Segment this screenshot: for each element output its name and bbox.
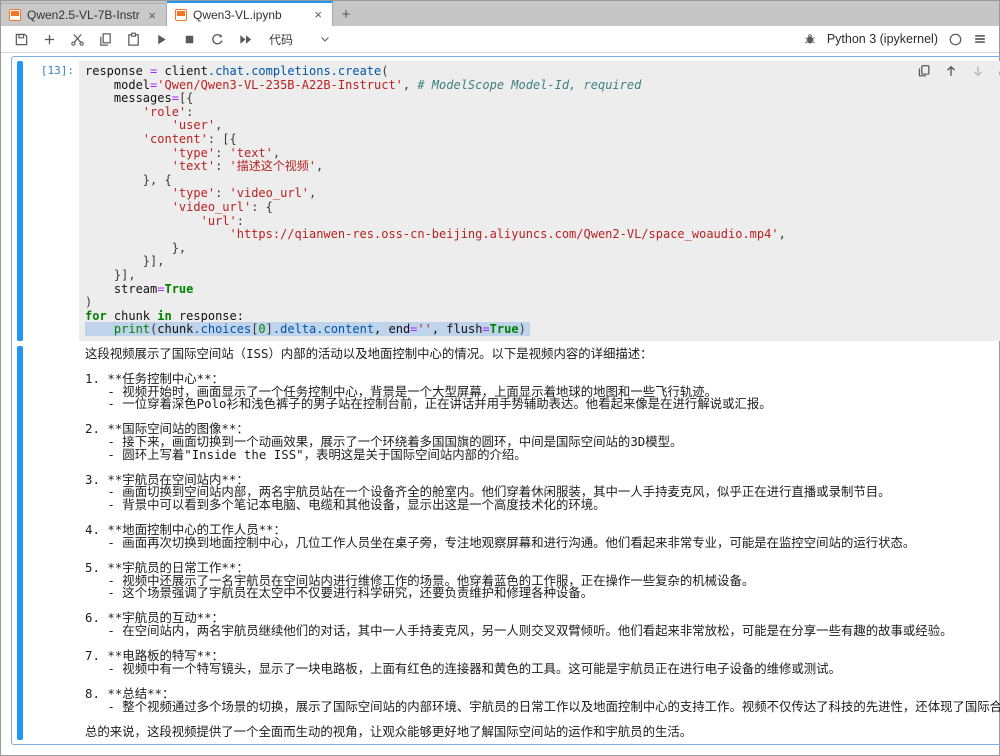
- close-tab-icon[interactable]: ×: [146, 8, 158, 23]
- code-editor[interactable]: response = client.chat.completions.creat…: [79, 61, 1000, 341]
- save-button[interactable]: [9, 28, 33, 50]
- tab-bar: Qwen2.5-VL-7B-Instruct.ip × Qwen3-VL.ipy…: [1, 1, 999, 26]
- cut-cells-button[interactable]: [65, 28, 89, 50]
- run-icon: [154, 32, 169, 47]
- plus-icon: [42, 32, 57, 47]
- notebook-content: [13]: response = client.chat.completions…: [1, 53, 999, 755]
- insert-cell-button[interactable]: [37, 28, 61, 50]
- scissors-icon: [70, 32, 85, 47]
- fast-forward-icon: [238, 32, 253, 47]
- chevron-down-icon: [319, 33, 331, 45]
- cell-input-area: [13]: response = client.chat.completions…: [15, 61, 1000, 341]
- stop-kernel-button[interactable]: [177, 28, 201, 50]
- copy-cells-button[interactable]: [93, 28, 117, 50]
- execution-count-prompt: [13]:: [23, 61, 79, 341]
- cell-type-dropdown[interactable]: 代码: [261, 31, 339, 48]
- run-cell-button[interactable]: [149, 28, 173, 50]
- move-cell-down-button[interactable]: [970, 63, 986, 79]
- cell-type-label: 代码: [269, 31, 293, 48]
- notebook-file-icon: [175, 9, 187, 21]
- new-tab-button[interactable]: +: [333, 3, 359, 26]
- cell-output-area: 这段视频展示了国际空间站（ISS）内部的活动以及地面控制中心的情况。以下是视频内…: [15, 346, 1000, 740]
- code-lines: response = client.chat.completions.creat…: [85, 65, 1000, 337]
- output-prompt: [23, 346, 79, 740]
- tab-qwen3-vl-notebook[interactable]: Qwen3-VL.ipynb ×: [167, 1, 333, 26]
- notebook-toolbar: 代码 Python 3 (ipykernel): [1, 26, 999, 53]
- duplicate-icon: [917, 64, 931, 78]
- kernel-indicator: Python 3 (ipykernel): [803, 32, 991, 47]
- property-inspector-icon[interactable]: [973, 32, 987, 46]
- arrow-down-icon: [971, 64, 985, 78]
- kernel-name[interactable]: Python 3 (ipykernel): [827, 32, 938, 46]
- move-cell-up-button[interactable]: [943, 63, 959, 79]
- save-icon: [14, 32, 29, 47]
- notebook-file-icon: [9, 9, 21, 21]
- code-cell[interactable]: [13]: response = client.chat.completions…: [11, 56, 1000, 745]
- tab-label: Qwen2.5-VL-7B-Instruct.ip: [27, 8, 140, 22]
- paste-cells-button[interactable]: [121, 28, 145, 50]
- copy-icon: [98, 32, 113, 47]
- kernel-status-idle-icon: [948, 32, 963, 47]
- restart-kernel-button[interactable]: [205, 28, 229, 50]
- run-all-cells-button[interactable]: [233, 28, 257, 50]
- tab-qwen25-vl-notebook[interactable]: Qwen2.5-VL-7B-Instruct.ip ×: [1, 3, 167, 26]
- jupyter-notebook-window: Qwen2.5-VL-7B-Instruct.ip × Qwen3-VL.ipy…: [0, 0, 1000, 756]
- tab-label: Qwen3-VL.ipynb: [193, 8, 306, 22]
- close-tab-icon[interactable]: ×: [312, 7, 324, 22]
- stop-icon: [182, 32, 197, 47]
- restart-icon: [210, 32, 225, 47]
- paste-icon: [126, 32, 141, 47]
- debugger-bug-icon[interactable]: [803, 32, 817, 46]
- output-text: 这段视频展示了国际空间站（ISS）内部的活动以及地面控制中心的情况。以下是视频内…: [85, 348, 1000, 738]
- cell-toolbar: [916, 63, 1000, 79]
- duplicate-cell-button[interactable]: [916, 63, 932, 79]
- arrow-up-icon: [944, 64, 958, 78]
